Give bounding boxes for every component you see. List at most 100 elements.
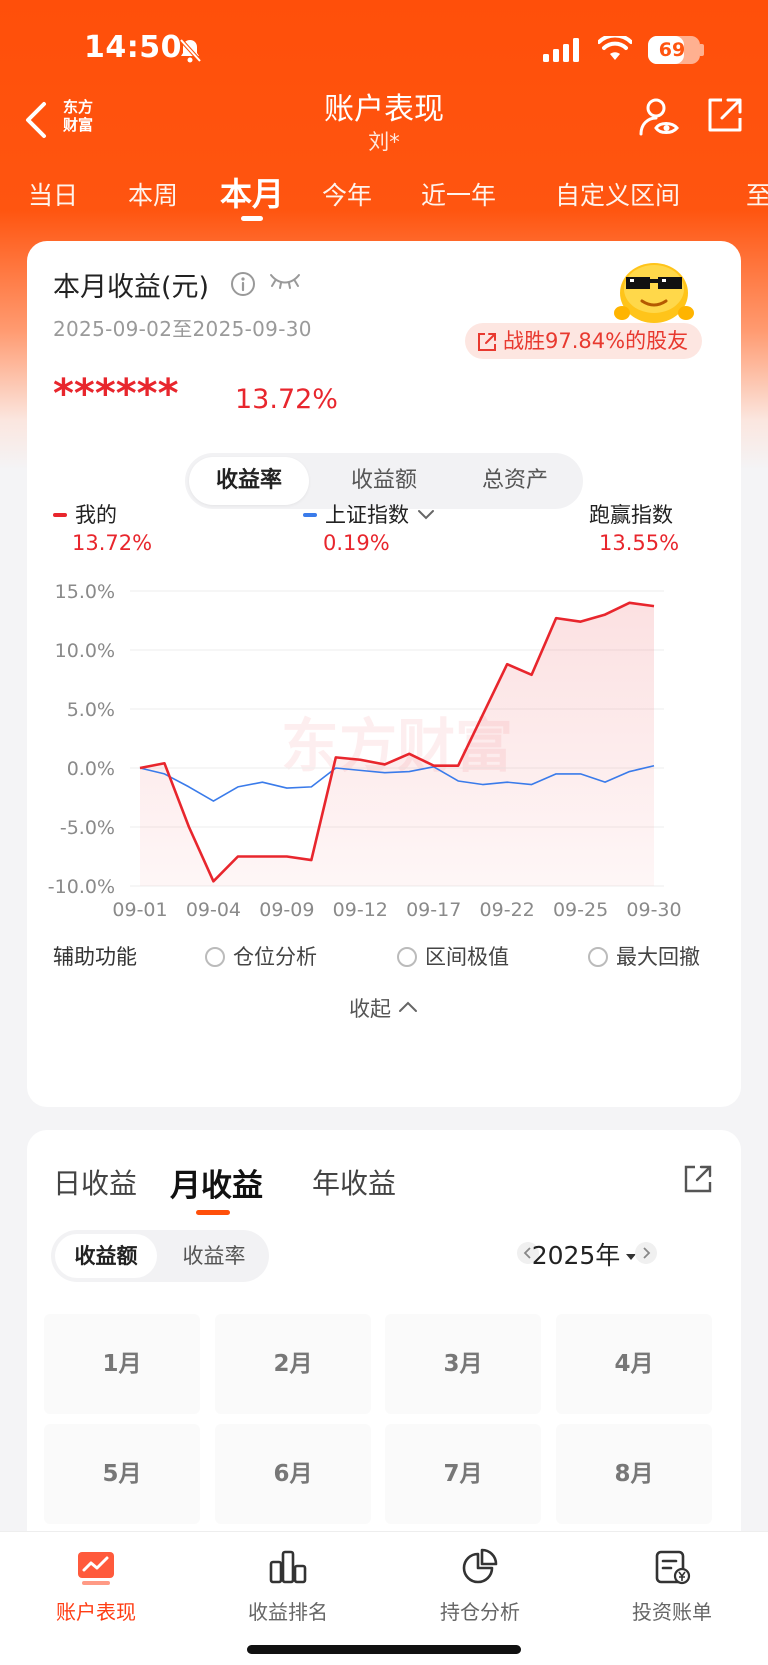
next-year-icon[interactable] [635,1242,657,1264]
y-tick-label: -5.0% [60,817,115,839]
legend-mine-swatch [53,513,67,517]
info-icon[interactable] [230,271,256,297]
x-tick-label: 09-22 [480,899,535,921]
tab-yearly-earnings[interactable]: 年收益 [312,1162,396,1202]
chevron-down-icon [417,510,434,520]
y-tick-label: 0.0% [67,758,115,780]
nav-investment-bill[interactable]: 投资账单 [576,1548,768,1625]
legend-mine-label: 我的 [75,503,117,527]
nav-label: 投资账单 [632,1600,712,1624]
chevron-up-icon [399,1001,417,1012]
tab-to[interactable]: 至 [746,176,768,212]
earnings-tab-indicator [196,1210,230,1215]
export-icon[interactable] [683,1164,713,1194]
option-label: 最大回撤 [616,945,700,969]
x-tick-label: 09-01 [112,899,167,921]
nav-account-performance[interactable]: 账户表现 [0,1548,192,1625]
tab-this-month[interactable]: 本月 [220,169,284,215]
y-tick-label: -10.0% [48,876,115,898]
radio-icon [205,947,225,967]
x-tick-label: 09-12 [333,899,388,921]
nav-label: 收益排名 [248,1600,328,1624]
battery-level: 69 [658,39,686,61]
legend-mine-value: 13.72% [72,531,153,555]
year-value: 2025年 [531,1241,621,1270]
tab-today[interactable]: 当日 [28,176,78,212]
legend-index-swatch [303,513,317,517]
sunglasses-mascot-icon [614,263,694,323]
profit-title: 本月收益(元) [53,272,210,303]
battery-indicator: 69 [648,36,700,64]
x-tick-label: 09-17 [406,899,461,921]
status-time: 14:50 [84,30,182,65]
active-tab-indicator [241,216,263,221]
month-cell[interactable]: 8月 [556,1424,712,1524]
tab-this-year[interactable]: 今年 [322,176,372,212]
tab-this-week[interactable]: 本周 [128,176,178,212]
hidden-profit-amount: ****** [53,371,179,417]
month-cell[interactable]: 2月 [215,1314,371,1414]
bar-chart-icon [269,1550,307,1584]
legend-beat-label: 跑赢指数 [589,503,673,527]
user-privacy-icon[interactable] [638,96,680,138]
y-tick-label: 5.0% [67,699,115,721]
nav-header: 东方 财富 账户表现 刘* [0,80,768,160]
pie-chart-icon [462,1548,498,1584]
y-tick-label: 15.0% [55,581,115,603]
nav-label: 账户表现 [56,1600,136,1624]
beat-percentile-badge[interactable]: 战胜97.84%的股友 [465,323,703,359]
period-tabs: 当日 本周 本月 今年 近一年 自定义区间 至 [0,162,768,222]
option-max-drawdown[interactable]: 最大回撤 [588,941,700,971]
share-small-icon [478,333,496,351]
tab-return-rate[interactable]: 收益率 [189,457,309,505]
nav-label: 持仓分析 [440,1600,520,1624]
date-range: 2025-09-02至2025-09-30 [53,317,312,341]
auxiliary-functions: 辅助功能 仓位分析 区间极值 最大回撤 [53,941,733,971]
option-position-analysis[interactable]: 仓位分析 [205,941,317,971]
toggle-amount[interactable]: 收益额 [55,1234,157,1278]
wifi-icon [598,36,632,60]
aux-label: 辅助功能 [53,945,137,969]
legend-index[interactable]: 上证指数 [303,499,436,529]
option-range-extremes[interactable]: 区间极值 [397,941,509,971]
legend-index-value: 0.19% [323,531,390,555]
bell-muted-icon [179,38,202,63]
nav-earnings-ranking[interactable]: 收益排名 [192,1548,384,1625]
eye-closed-icon[interactable] [269,271,301,291]
toggle-rate[interactable]: 收益率 [163,1234,265,1278]
radio-icon [588,947,608,967]
bill-icon [655,1550,691,1585]
x-tick-label: 09-04 [186,899,241,921]
legend-index-label: 上证指数 [325,503,409,527]
option-label: 区间极值 [425,945,509,969]
tab-last-year[interactable]: 近一年 [421,176,496,212]
nav-holdings-analysis[interactable]: 持仓分析 [384,1548,576,1625]
x-tick-label: 09-09 [259,899,314,921]
month-cell[interactable]: 6月 [215,1424,371,1524]
month-cell[interactable]: 1月 [44,1314,200,1414]
month-cell[interactable]: 4月 [556,1314,712,1414]
collapse-label: 收起 [349,997,391,1021]
share-icon[interactable] [706,96,744,134]
collapse-button[interactable]: 收起 [27,993,741,1023]
cellular-signal-icon [543,38,579,62]
radio-icon [397,947,417,967]
tab-monthly-earnings[interactable]: 月收益 [170,1160,263,1205]
chart-screen-icon [78,1552,114,1585]
tab-return-amount[interactable]: 收益额 [324,457,444,505]
tab-custom-range[interactable]: 自定义区间 [555,176,680,212]
profit-rate: 13.72% [235,384,338,415]
month-cell[interactable]: 5月 [44,1424,200,1524]
return-chart: 东方财富15.0%10.0%5.0%0.0%-5.0%-10.0%09-01 09… [48,581,682,921]
month-cell[interactable]: 3月 [385,1314,541,1414]
month-cell[interactable]: 7月 [385,1424,541,1524]
monthly-profit-card: 本月收益(元) 2025-09-02至2025-09-30 战胜97.84%的股… [27,241,741,1107]
tab-total-assets[interactable]: 总资产 [455,457,575,505]
year-selector[interactable]: 2025年 [525,1236,645,1272]
y-tick-label: 10.0% [55,640,115,662]
x-tick-label: 09-25 [553,899,608,921]
legend-mine: 我的 [53,499,117,529]
x-tick-label: 09-30 [626,899,681,921]
earnings-metric-switch: 收益额 收益率 [51,1230,269,1282]
tab-daily-earnings[interactable]: 日收益 [53,1162,137,1202]
